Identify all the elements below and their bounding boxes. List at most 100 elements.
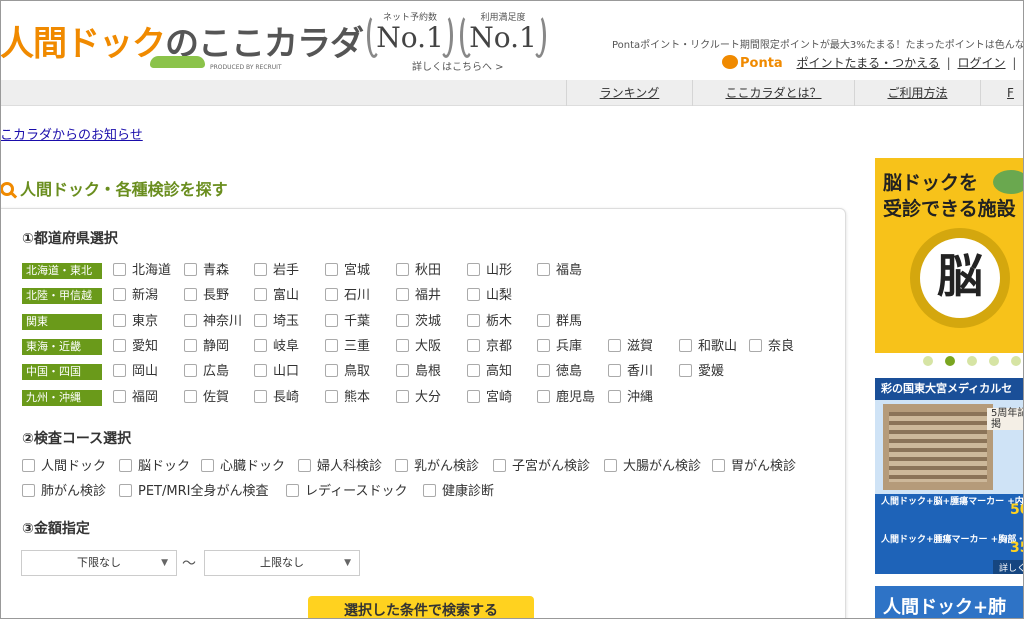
prefecture-checkbox[interactable]: 島根 (396, 363, 441, 381)
prefecture-checkbox[interactable]: 青森 (184, 262, 229, 280)
prefecture-checkbox[interactable]: 秋田 (396, 262, 441, 280)
checkbox-box[interactable] (184, 389, 197, 403)
checkbox-box[interactable] (604, 459, 617, 472)
checkbox-box[interactable] (184, 364, 197, 378)
carousel-dot[interactable] (989, 356, 999, 366)
carousel-dot-active[interactable] (945, 356, 955, 366)
course-checkbox[interactable]: 乳がん検診 (395, 458, 479, 476)
prefecture-checkbox[interactable]: 宮崎 (467, 389, 512, 407)
prefecture-checkbox[interactable]: 大阪 (396, 338, 441, 356)
course-checkbox[interactable]: 心臓ドック (201, 458, 285, 476)
checkbox-box[interactable] (325, 288, 338, 302)
checkbox-box[interactable] (608, 389, 621, 403)
checkbox-box[interactable] (254, 338, 267, 352)
prefecture-checkbox[interactable]: 佐賀 (184, 389, 229, 407)
checkbox-box[interactable] (467, 263, 480, 276)
course-checkbox[interactable]: 大腸がん検診 (604, 458, 701, 476)
checkbox-box[interactable] (396, 288, 409, 302)
prefecture-checkbox[interactable]: 岡山 (113, 363, 158, 381)
checkbox-box[interactable] (254, 263, 267, 276)
course-checkbox[interactable]: 子宮がん検診 (493, 458, 590, 476)
prefecture-checkbox[interactable]: 鹿児島 (537, 389, 595, 407)
prefecture-checkbox[interactable]: 香川 (608, 363, 653, 381)
prefecture-checkbox[interactable]: 神奈川 (184, 313, 242, 331)
checkbox-box[interactable] (22, 484, 35, 497)
prefecture-checkbox[interactable]: 宮城 (325, 262, 370, 280)
checkbox-box[interactable] (325, 338, 338, 352)
nav-ranking[interactable]: ランキング (566, 80, 692, 106)
nav-about[interactable]: ここカラダとは？ (692, 80, 854, 106)
checkbox-box[interactable] (22, 459, 35, 472)
course-checkbox[interactable]: 肺がん検診 (22, 483, 106, 501)
checkbox-box[interactable] (396, 263, 409, 276)
prefecture-checkbox[interactable]: 千葉 (325, 313, 370, 331)
checkbox-box[interactable] (184, 263, 197, 276)
prefecture-checkbox[interactable]: 新潟 (113, 287, 158, 305)
clinic-banner[interactable]: 彩の国東大宮メディカルセ 5周年記 掲 人間ドック+脳+腫瘍マーカー +内臓脂肪… (875, 378, 1024, 574)
checkbox-box[interactable] (119, 459, 132, 472)
checkbox-box[interactable] (608, 364, 621, 378)
checkbox-box[interactable] (325, 364, 338, 378)
checkbox-box[interactable] (254, 364, 267, 378)
checkbox-box[interactable] (679, 338, 692, 352)
prefecture-checkbox[interactable]: 鳥取 (325, 363, 370, 381)
prefecture-checkbox[interactable]: 茨城 (396, 313, 441, 331)
details-button[interactable]: 詳しく (993, 560, 1024, 574)
checkbox-box[interactable] (325, 263, 338, 276)
prefecture-checkbox[interactable]: 和歌山 (679, 338, 737, 356)
checkbox-box[interactable] (113, 364, 126, 378)
checkbox-box[interactable] (423, 484, 436, 497)
checkbox-box[interactable] (467, 364, 480, 378)
checkbox-box[interactable] (537, 389, 550, 403)
prefecture-checkbox[interactable]: 愛媛 (679, 363, 724, 381)
prefecture-checkbox[interactable]: 山口 (254, 363, 299, 381)
prefecture-checkbox[interactable]: 埼玉 (254, 313, 299, 331)
course-checkbox[interactable]: 脳ドック (119, 458, 190, 476)
login-link[interactable]: ログイン (958, 56, 1006, 70)
carousel-dot[interactable] (1011, 356, 1021, 366)
prefecture-checkbox[interactable]: 兵庫 (537, 338, 582, 356)
checkbox-box[interactable] (396, 313, 409, 327)
checkbox-box[interactable] (254, 313, 267, 327)
checkbox-box[interactable] (113, 263, 126, 276)
checkbox-box[interactable] (254, 288, 267, 302)
brain-dock-banner[interactable]: 脳ドックを 受診できる施設 脳 (875, 158, 1024, 353)
prefecture-checkbox[interactable]: 奈良 (749, 338, 794, 356)
checkbox-box[interactable] (201, 459, 214, 472)
prefecture-checkbox[interactable]: 長野 (184, 287, 229, 305)
prefecture-checkbox[interactable]: 石川 (325, 287, 370, 305)
course-checkbox[interactable]: 婦人科検診 (298, 458, 382, 476)
prefecture-checkbox[interactable]: 山形 (467, 262, 512, 280)
prefecture-checkbox[interactable]: 福井 (396, 287, 441, 305)
checkbox-box[interactable] (467, 313, 480, 327)
checkbox-box[interactable] (325, 389, 338, 403)
checkbox-box[interactable] (286, 484, 299, 497)
checkbox-box[interactable] (184, 313, 197, 327)
checkbox-box[interactable] (467, 338, 480, 352)
course-checkbox[interactable]: 健康診断 (423, 483, 494, 501)
prefecture-checkbox[interactable]: 沖縄 (608, 389, 653, 407)
checkbox-box[interactable] (396, 338, 409, 352)
checkbox-box[interactable] (184, 338, 197, 352)
news-link[interactable]: こカラダからのお知らせ (0, 124, 143, 143)
checkbox-box[interactable] (184, 288, 197, 302)
prefecture-checkbox[interactable]: 京都 (467, 338, 512, 356)
prefecture-checkbox[interactable]: 高知 (467, 363, 512, 381)
checkbox-box[interactable] (467, 288, 480, 302)
checkbox-box[interactable] (749, 338, 762, 352)
checkbox-box[interactable] (119, 484, 132, 497)
prefecture-checkbox[interactable]: 群馬 (537, 313, 582, 331)
checkbox-box[interactable] (679, 364, 692, 378)
nav-faq[interactable]: F (980, 80, 1024, 106)
course-checkbox[interactable]: レディースドック (286, 483, 407, 501)
checkbox-box[interactable] (298, 459, 311, 472)
lung-dock-banner[interactable]: 人間ドック+肺 (875, 586, 1024, 619)
checkbox-box[interactable] (608, 338, 621, 352)
carousel-dot[interactable] (923, 356, 933, 366)
prefecture-checkbox[interactable]: 福岡 (113, 389, 158, 407)
prefecture-checkbox[interactable]: 北海道 (113, 262, 171, 280)
prefecture-checkbox[interactable]: 栃木 (467, 313, 512, 331)
max-price-select[interactable]: 上限なし ▼ (204, 550, 360, 576)
nav-how-to-use[interactable]: ご利用方法 (854, 80, 980, 106)
prefecture-checkbox[interactable]: 徳島 (537, 363, 582, 381)
